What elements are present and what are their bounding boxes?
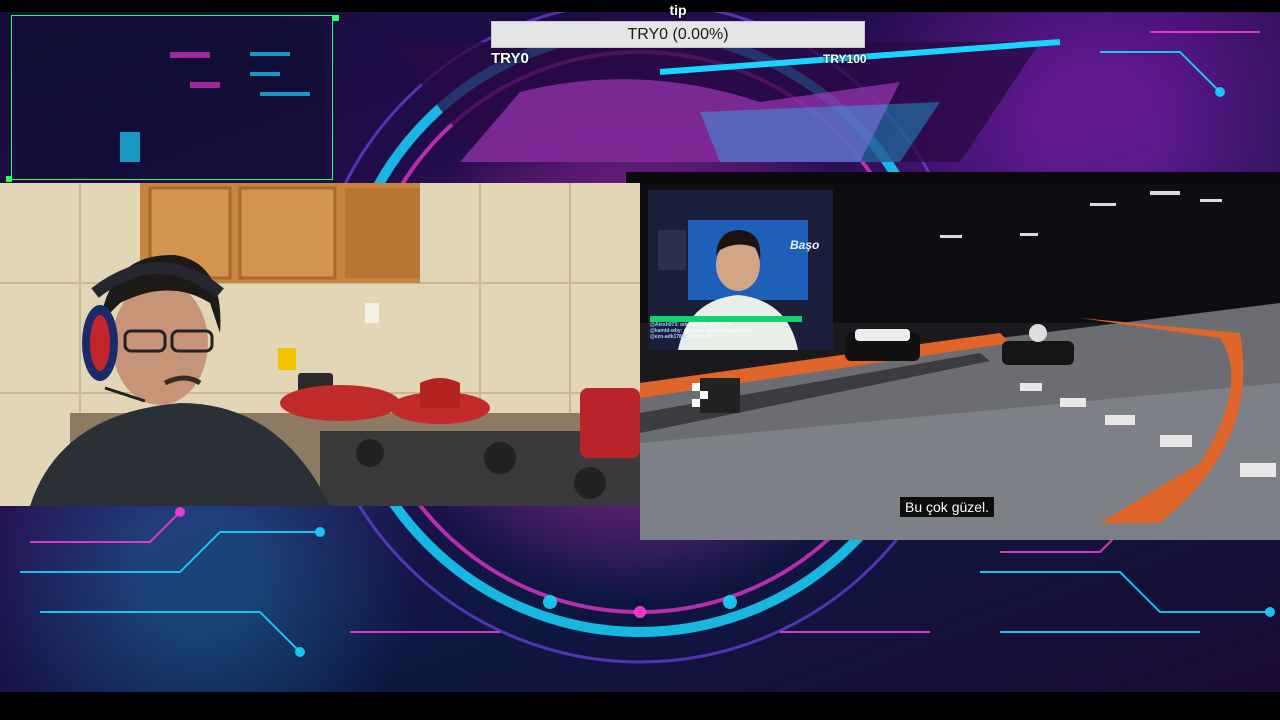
frame-corner-handle[interactable] [333, 15, 339, 21]
tip-goal-progress-bar: TRY0 (0.00%) [491, 21, 865, 48]
tip-goal-progress-text: TRY0 (0.00%) [627, 25, 729, 43]
video-subtitle: Bu çok güzel. [900, 497, 995, 517]
tip-goal-max-label: TRY100 [823, 52, 867, 66]
tip-goal-title: tip [669, 2, 687, 18]
webcam-scene [0, 183, 640, 506]
frame-corner-handle[interactable] [6, 176, 12, 182]
bottom-letterbox [0, 692, 1280, 720]
video-top-edge [626, 172, 1280, 183]
inset-chat-overlay: @Atesh073: adam emekli yorgo çıktı @kami… [650, 316, 802, 344]
inset-sign-text: Başo [790, 238, 820, 252]
overlay-frame-outline [11, 15, 333, 180]
streamer-webcam [0, 183, 640, 506]
chat-text: olamaz abi [687, 334, 712, 340]
chat-username: @ezo-adk1786: [650, 334, 687, 340]
chat-message: @ezo-adk1786: olamaz abi [650, 334, 802, 340]
tip-goal-min-label: TRY0 [491, 50, 529, 67]
top-letterbox [0, 0, 1280, 12]
stream-overlay: tip TRY0 (0.00%) TRY0 TRY100 Başo @Atesh… [0, 0, 1280, 720]
